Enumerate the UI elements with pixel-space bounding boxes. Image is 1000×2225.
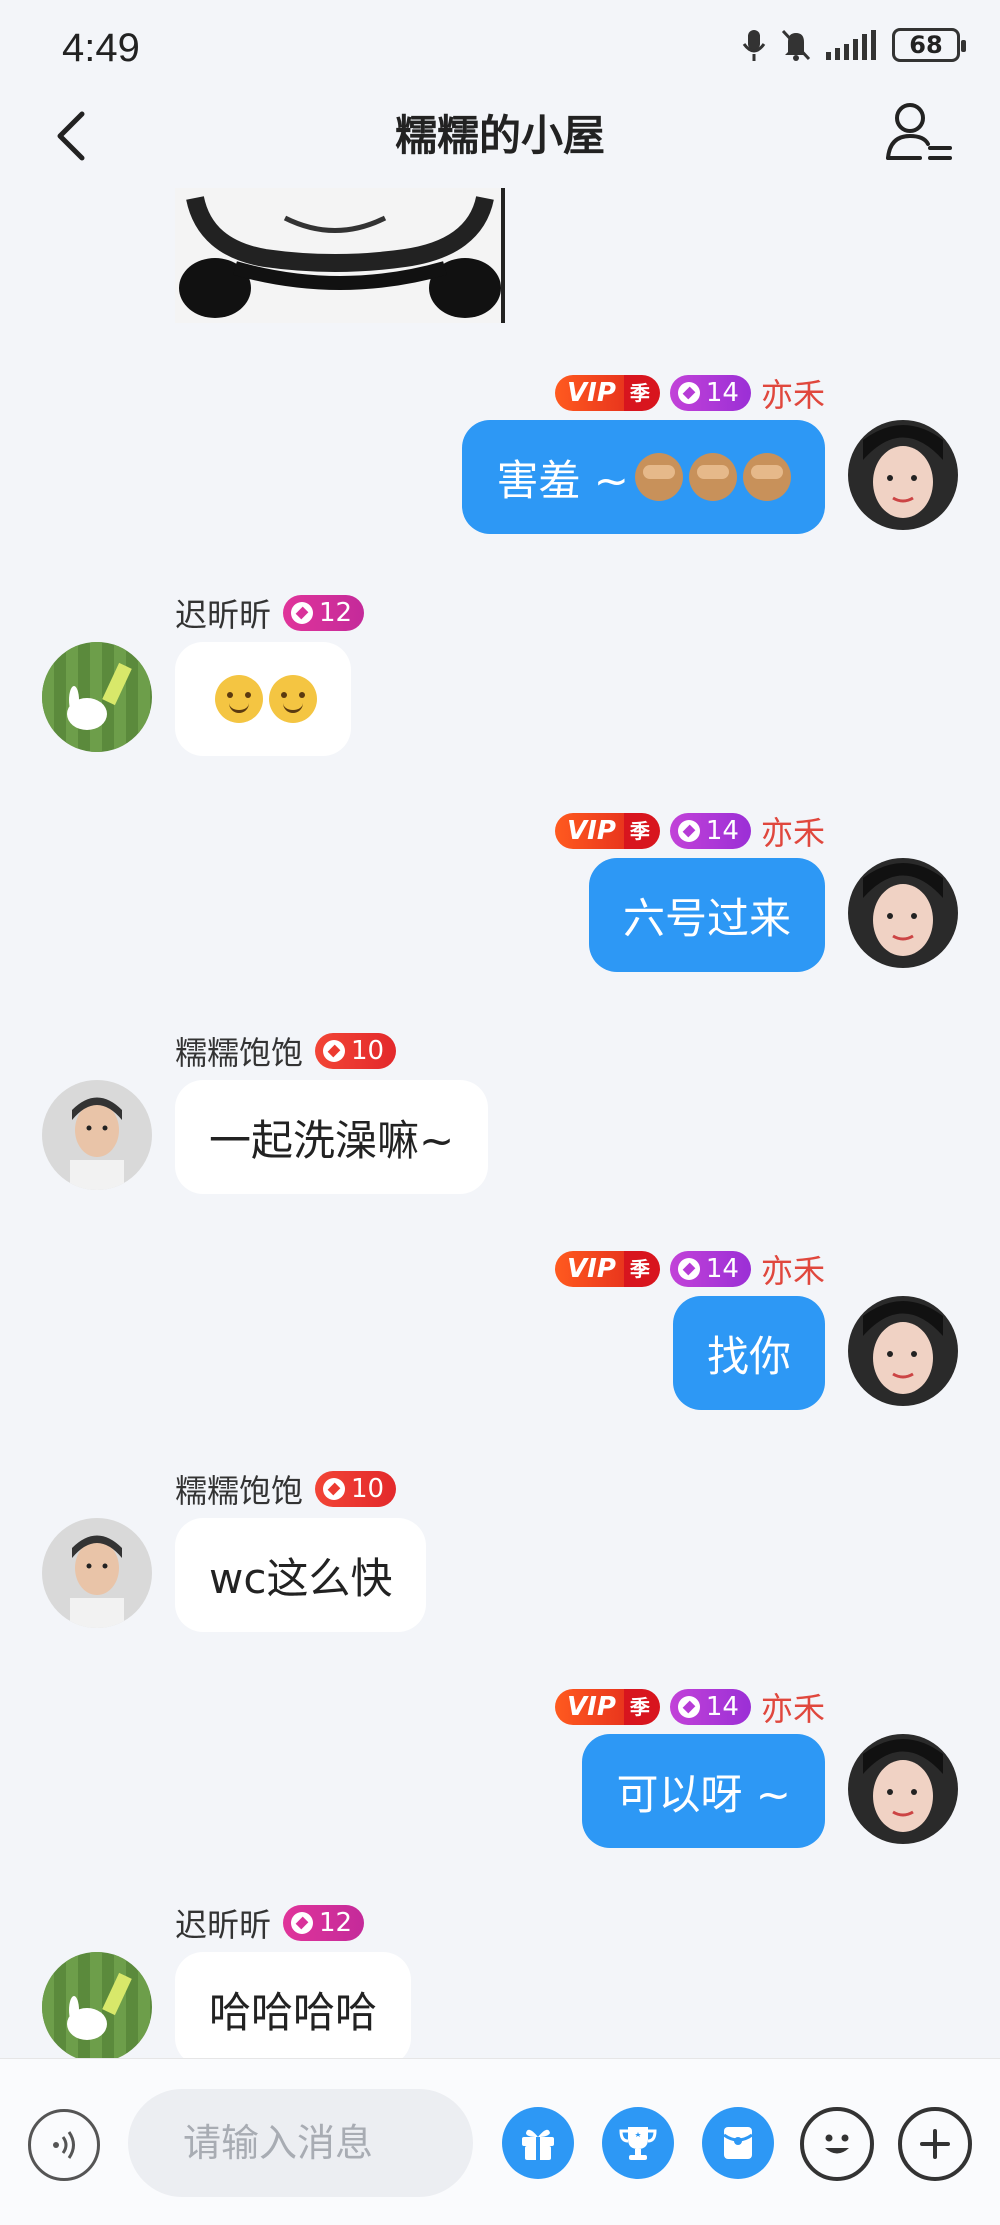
page-title: 糯糯的小屋 — [394, 111, 605, 160]
diamond-icon — [323, 1040, 346, 1062]
avatar[interactable] — [848, 420, 958, 530]
smiley-icon — [825, 2134, 849, 2154]
message-bubble[interactable]: 可以呀 ~ — [582, 1734, 825, 1848]
more-button[interactable] — [898, 2107, 972, 2181]
level-badge: 10 — [315, 1033, 397, 1069]
status-icons: 68 — [742, 28, 966, 62]
sender-meta: VIP 季 14 亦禾 — [555, 808, 825, 854]
vip-badge: VIP 季 — [555, 813, 660, 849]
message-bubble[interactable]: 哈哈哈哈 — [175, 1952, 412, 2058]
message-bubble[interactable]: 六号过来 — [588, 858, 825, 972]
slightly-smiling-face-icon — [215, 675, 263, 723]
gift-button[interactable] — [502, 2107, 574, 2179]
vip-badge: VIP 季 — [555, 1689, 660, 1725]
diamond-icon — [677, 382, 700, 404]
avatar[interactable] — [42, 642, 152, 752]
avatar[interactable] — [42, 1952, 152, 2058]
chat-message-list[interactable]: VIP 季 14 亦禾 害羞 ~ 迟昕昕 12 VIP 季 14 亦禾 六号过来… — [0, 188, 1000, 2058]
avatar[interactable] — [42, 1080, 152, 1190]
see-no-evil-monkey-icon — [635, 453, 683, 501]
sender-meta: VIP 季 14 亦禾 — [555, 1246, 825, 1292]
sender-name: 亦禾 — [760, 1690, 825, 1728]
avatar[interactable] — [42, 1518, 152, 1628]
diamond-icon — [291, 1912, 314, 1934]
sender-meta: VIP 季 14 亦禾 — [555, 370, 825, 416]
voice-button[interactable] — [28, 2109, 100, 2181]
signal-icon — [826, 30, 876, 60]
group-members-button[interactable] — [880, 96, 960, 176]
level-badge: 12 — [283, 1905, 365, 1941]
sender-name: 糯糯饱饱 — [175, 1472, 304, 1510]
message-bubble[interactable]: wc这么快 — [175, 1518, 427, 1632]
message-input[interactable] — [128, 2089, 473, 2197]
diamond-icon — [323, 1478, 346, 1500]
message-bubble[interactable] — [175, 642, 351, 756]
gift-icon — [522, 2129, 554, 2160]
sender-name: 亦禾 — [760, 1252, 825, 1290]
trophy-icon — [619, 2127, 657, 2160]
voice-icon — [53, 2131, 75, 2159]
see-no-evil-monkey-icon — [689, 453, 737, 501]
input-bar — [0, 2058, 1000, 2225]
message-bubble[interactable]: 一起洗澡嘛~ — [175, 1080, 489, 1194]
sender-name: 亦禾 — [760, 376, 825, 414]
level-badge: 14 — [669, 813, 751, 849]
diamond-icon — [677, 1696, 700, 1718]
sender-name: 迟昕昕 — [175, 1906, 272, 1944]
mute-bell-icon — [781, 29, 811, 61]
user-list-icon — [886, 103, 952, 160]
level-badge: 14 — [669, 375, 751, 411]
trophy-button[interactable] — [602, 2107, 674, 2179]
emoji-button[interactable] — [800, 2107, 874, 2181]
level-badge: 10 — [315, 1471, 397, 1507]
status-time: 4:49 — [62, 26, 140, 70]
sender-meta: 糯糯饱饱 10 — [175, 1466, 397, 1512]
message-bubble[interactable]: 找你 — [672, 1296, 825, 1410]
level-badge: 14 — [669, 1689, 751, 1725]
sender-meta: 迟昕昕 12 — [175, 590, 365, 636]
level-badge: 14 — [669, 1251, 751, 1287]
avatar[interactable] — [848, 858, 958, 968]
slightly-smiling-face-icon — [269, 675, 317, 723]
sender-meta: VIP 季 14 亦禾 — [555, 1684, 825, 1730]
sender-meta: 迟昕昕 12 — [175, 1900, 365, 1946]
see-no-evil-monkey-icon — [743, 453, 791, 501]
microphone-icon — [742, 30, 766, 61]
status-bar: 4:49 68 — [0, 0, 1000, 100]
sender-name: 迟昕昕 — [175, 596, 272, 634]
avatar[interactable] — [848, 1734, 958, 1844]
message-bubble[interactable]: 害羞 ~ — [462, 420, 825, 534]
sticker-image[interactable] — [175, 188, 505, 323]
red-packet-icon — [723, 2127, 753, 2159]
sender-meta: 糯糯饱饱 10 — [175, 1028, 397, 1074]
chat-header: 糯糯的小屋 — [0, 90, 1000, 200]
diamond-icon — [291, 602, 314, 624]
plus-icon — [920, 2129, 950, 2159]
red-packet-button[interactable] — [702, 2107, 774, 2179]
diamond-icon — [677, 1258, 700, 1280]
sender-name: 糯糯饱饱 — [175, 1034, 304, 1072]
vip-badge: VIP 季 — [555, 1251, 660, 1287]
vip-badge: VIP 季 — [555, 375, 660, 411]
avatar[interactable] — [848, 1296, 958, 1406]
sender-name: 亦禾 — [760, 814, 825, 852]
diamond-icon — [677, 820, 700, 842]
level-badge: 12 — [283, 595, 365, 631]
battery-indicator: 68 — [892, 28, 966, 62]
